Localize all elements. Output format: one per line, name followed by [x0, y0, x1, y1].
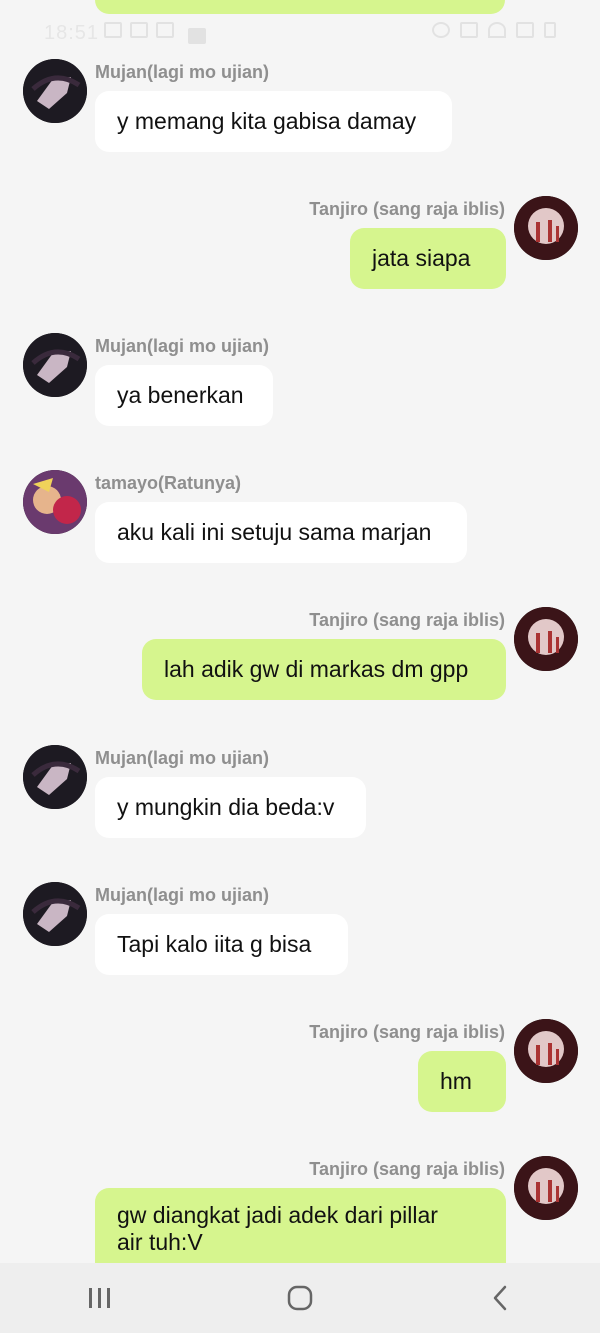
message-bubble[interactable]: y mungkin dia beda:v — [95, 777, 366, 838]
status-notification-icons — [104, 22, 206, 44]
tanjiro-avatar[interactable] — [514, 1019, 578, 1083]
sender-name: tamayo(Ratunya) — [95, 473, 242, 493]
chat-icon — [156, 22, 174, 38]
sender-name: Tanjiro (sang raja iblis) — [309, 199, 505, 219]
signal-icon — [516, 22, 534, 38]
message-bubble[interactable]: jata siapa — [350, 228, 506, 289]
more-dot-icon — [188, 28, 206, 44]
battery-icon — [544, 22, 556, 38]
previous-message-bubble[interactable] — [95, 0, 505, 14]
back-button[interactable] — [460, 1273, 540, 1323]
gallery-icon — [104, 22, 122, 38]
recent-apps-button[interactable] — [60, 1273, 140, 1323]
message-bubble[interactable]: lah adik gw di markas dm gpp — [142, 639, 506, 700]
alarm-icon — [432, 22, 450, 38]
tanjiro-avatar[interactable] — [514, 1156, 578, 1220]
recent-apps-icon — [89, 1288, 110, 1308]
system-navigation-bar — [0, 1263, 600, 1333]
sender-name: Tanjiro (sang raja iblis) — [309, 610, 505, 630]
back-icon — [493, 1285, 507, 1311]
message-bubble[interactable]: hm — [418, 1051, 506, 1112]
message-text-line: air tuh:V — [117, 1229, 203, 1255]
mujan-avatar[interactable] — [23, 59, 87, 123]
tanjiro-avatar[interactable] — [514, 196, 578, 260]
mute-icon — [460, 22, 478, 38]
tanjiro-avatar[interactable] — [514, 607, 578, 671]
tamayo-avatar[interactable] — [23, 470, 87, 534]
message-icon — [130, 22, 148, 38]
message-bubble[interactable]: y memang kita gabisa damay — [95, 91, 452, 152]
home-icon — [287, 1285, 313, 1311]
status-system-icons — [432, 22, 556, 38]
mujan-avatar[interactable] — [23, 745, 87, 809]
home-button[interactable] — [260, 1273, 340, 1323]
message-bubble[interactable]: Tapi kalo iita g bisa — [95, 914, 348, 975]
wifi-icon — [488, 22, 506, 38]
message-bubble[interactable]: ya benerkan — [95, 365, 273, 426]
mujan-avatar[interactable] — [23, 882, 87, 946]
sender-name: Tanjiro (sang raja iblis) — [309, 1022, 505, 1042]
sender-name: Mujan(lagi mo ujian) — [95, 62, 269, 82]
message-text-line: gw diangkat jadi adek dari pillar — [117, 1202, 438, 1228]
mujan-avatar[interactable] — [23, 333, 87, 397]
message-bubble[interactable]: aku kali ini setuju sama marjan — [95, 502, 467, 563]
sender-name: Mujan(lagi mo ujian) — [95, 336, 269, 356]
sender-name: Mujan(lagi mo ujian) — [95, 748, 269, 768]
status-time: 18:51 — [44, 22, 100, 44]
sender-name: Mujan(lagi mo ujian) — [95, 885, 269, 905]
sender-name: Tanjiro (sang raja iblis) — [309, 1159, 505, 1179]
